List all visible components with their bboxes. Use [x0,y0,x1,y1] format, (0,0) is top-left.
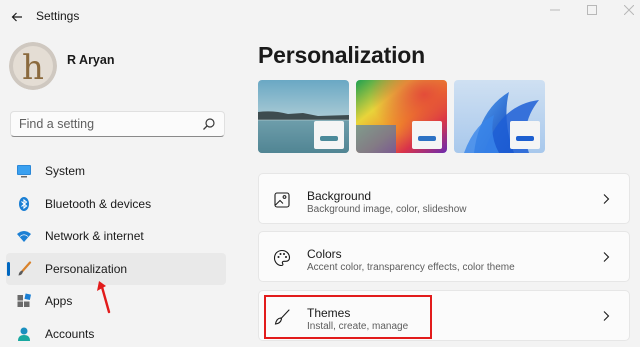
annotation-arrow [97,281,111,314]
maximize-icon [587,5,597,15]
annotation-highlight [264,295,432,339]
colors-card[interactable]: Colors Accent color, transparency effect… [258,231,630,282]
bluetooth-icon [19,196,29,211]
theme-thumbnail-lake[interactable] [258,80,349,153]
sidebar-item-network[interactable]: Network & internet [6,220,226,252]
sidebar-item-label: System [45,164,86,178]
search-box[interactable] [10,111,225,137]
close-icon [624,5,634,15]
system-icon [17,165,31,178]
image-icon [274,192,290,208]
palette-icon [273,249,291,267]
chevron-right-icon [603,194,610,204]
maximize-button[interactable] [585,3,599,17]
sidebar-item-label: Network & internet [45,229,144,243]
close-button[interactable] [622,3,636,17]
page-title: Personalization [258,42,425,68]
accounts-icon [18,327,30,341]
theme-preview-window [510,121,540,149]
selection-indicator [7,261,10,276]
avatar[interactable]: h [9,42,57,90]
minimize-icon [550,9,560,11]
svg-text:h: h [22,48,44,88]
sidebar-item-label: Bluetooth & devices [45,196,152,211]
sidebar-item-system[interactable]: System [6,155,226,187]
sidebar-item-accounts[interactable]: Accounts [6,318,226,347]
minimize-button[interactable] [548,3,562,17]
chevron-right-icon [603,252,610,262]
card-title: Background [307,189,372,203]
arrow-left-icon [11,12,22,22]
card-title: Colors [307,247,342,261]
back-button[interactable] [8,8,26,26]
background-card[interactable]: Background Background image, color, slid… [258,173,630,224]
theme-preview-window [412,121,442,149]
theme-preview-window [314,121,344,149]
sidebar-item-label: Accounts [45,326,95,341]
card-description: Accent color, transparency effects, colo… [307,262,515,273]
search-input[interactable] [11,112,191,136]
sidebar-nav: System Bluetooth & devices Network & int… [6,155,226,347]
apps-icon [17,293,32,307]
chevron-right-icon [603,311,610,321]
card-description: Background image, color, slideshow [307,204,467,215]
sidebar-item-bluetooth[interactable]: Bluetooth & devices [6,188,226,220]
theme-thumbnail-bloom[interactable] [454,80,545,153]
theme-thumbnail-rainbow[interactable] [356,80,447,153]
user-name: R Aryan [67,53,115,67]
wifi-icon [17,231,31,242]
search-icon[interactable] [202,117,216,131]
brush-icon [18,260,32,275]
sidebar-item-label: Apps [45,294,73,308]
app-title: Settings [36,9,80,23]
title-bar: Settings [0,0,640,32]
